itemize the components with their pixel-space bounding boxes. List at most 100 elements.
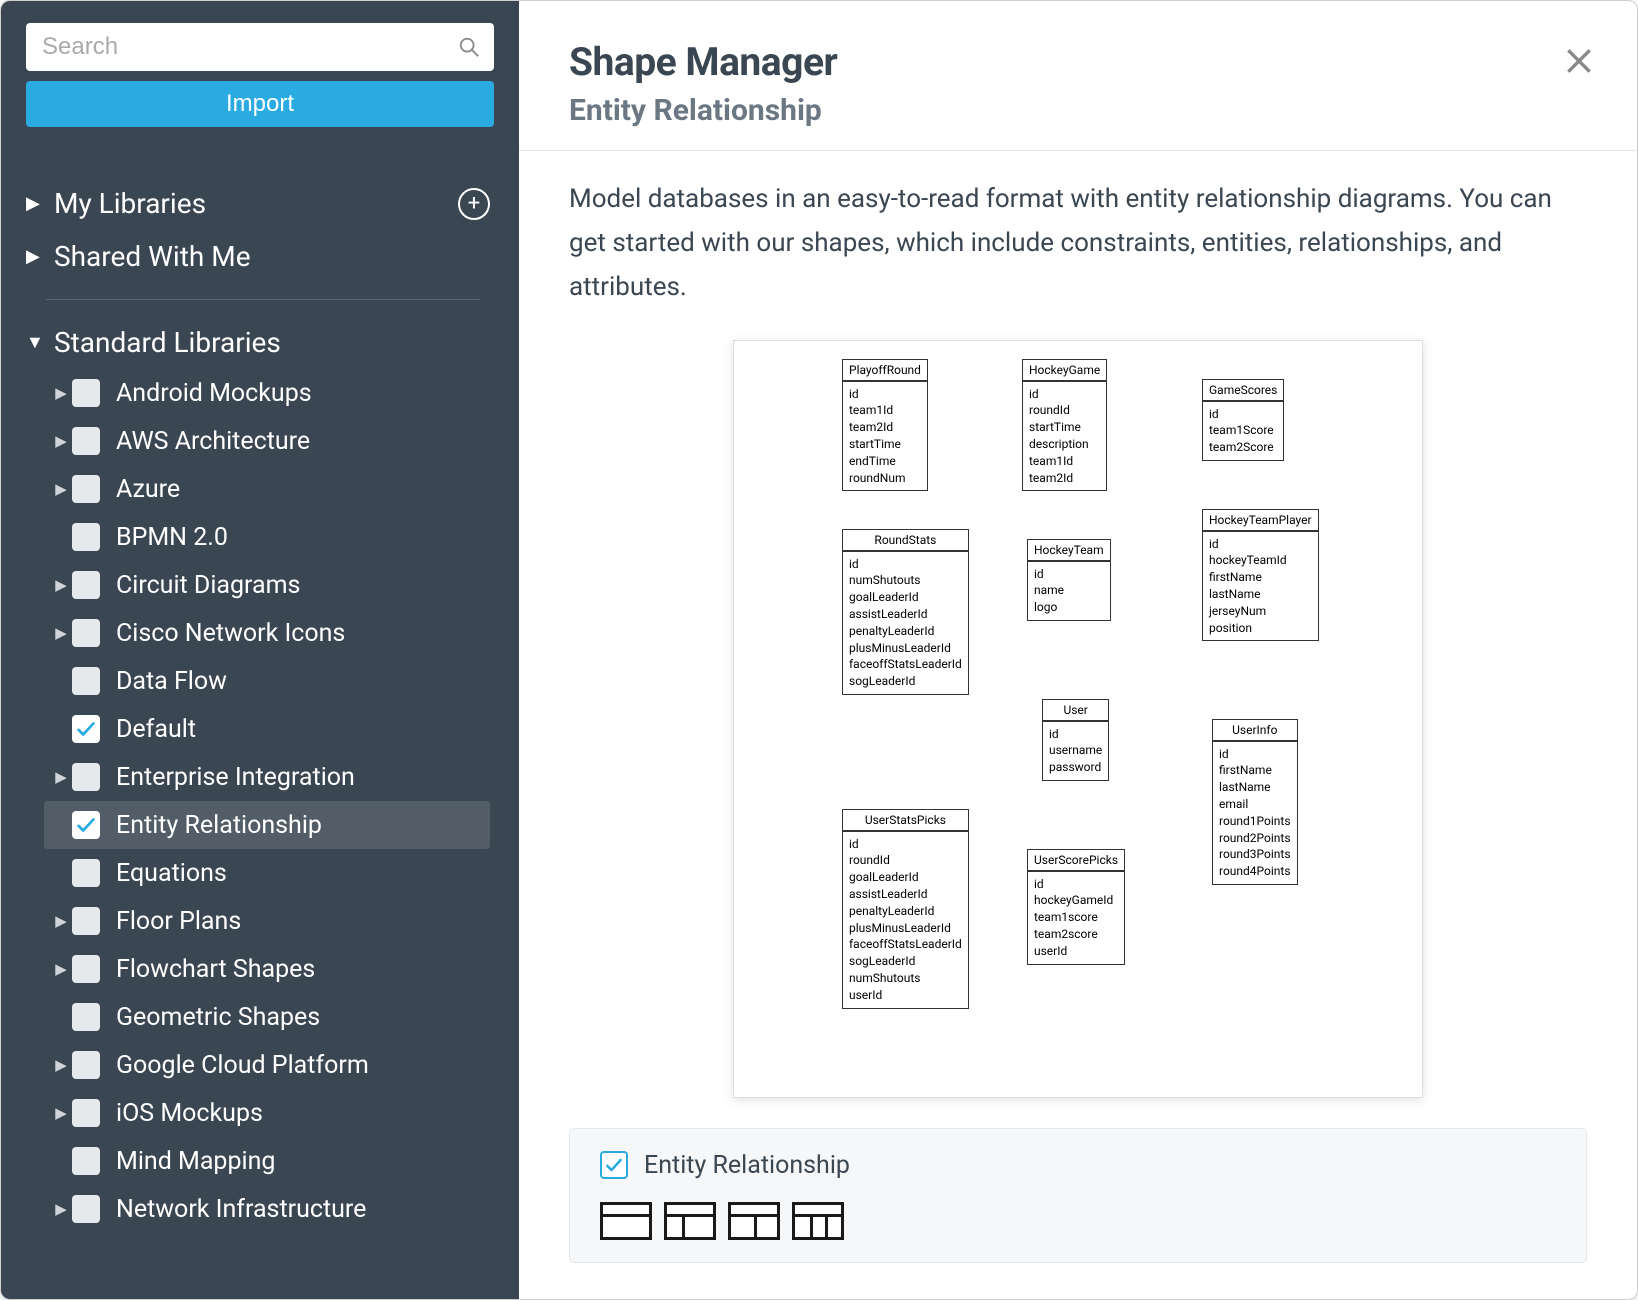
library-item[interactable]: ▶Geometric Shapes	[44, 993, 490, 1041]
library-checkbox[interactable]	[72, 523, 100, 551]
caret-right-icon: ▶	[50, 912, 72, 930]
er-entity: Useridusernamepassword	[1042, 699, 1109, 781]
sidebar: Import ▶ My Libraries + ▶ Shared With Me…	[1, 1, 519, 1299]
library-item[interactable]: ▶Default	[44, 705, 490, 753]
library-label: Default	[116, 715, 196, 744]
import-button[interactable]: Import	[26, 81, 494, 127]
plus-icon: +	[468, 193, 480, 215]
entity-shape-1col-icon[interactable]	[600, 1202, 652, 1240]
library-label: Cisco Network Icons	[116, 619, 345, 648]
my-libraries-header[interactable]: ▶ My Libraries +	[26, 177, 490, 230]
library-checkbox[interactable]	[72, 1051, 100, 1079]
library-label: Google Cloud Platform	[116, 1051, 369, 1080]
library-item[interactable]: ▶Enterprise Integration	[44, 753, 490, 801]
library-item[interactable]: ▶ Circuit Diagrams	[44, 561, 490, 609]
library-label: Circuit Diagrams	[116, 571, 300, 600]
library-item[interactable]: ▶ Flowchart Shapes	[44, 945, 490, 993]
library-checkbox[interactable]	[72, 763, 100, 791]
library-item[interactable]: ▶Entity Relationship	[44, 801, 490, 849]
library-label: Azure	[116, 475, 180, 504]
caret-right-icon: ▶	[50, 1200, 72, 1218]
caret-down-icon: ▼	[26, 332, 40, 353]
library-item[interactable]: ▶Equations	[44, 849, 490, 897]
er-entity-name: RoundStats	[843, 530, 968, 551]
library-label: Data Flow	[116, 667, 227, 696]
er-entity-attrs: idteam1Idteam2IdstartTimeendTimeroundNum	[843, 381, 927, 491]
caret-right-icon: ▶	[26, 193, 40, 214]
library-item[interactable]: ▶BPMN 2.0	[44, 513, 490, 561]
entity-shape-2col-mid-icon[interactable]	[728, 1202, 780, 1240]
footer-label: Entity Relationship	[644, 1151, 850, 1180]
search-input[interactable]	[26, 23, 494, 71]
shared-with-me-header[interactable]: ▶ Shared With Me	[26, 230, 490, 283]
library-footer-card: Entity Relationship	[569, 1128, 1587, 1263]
shape-manager-dialog: Import ▶ My Libraries + ▶ Shared With Me…	[0, 0, 1638, 1300]
library-item[interactable]: ▶ Floor Plans	[44, 897, 490, 945]
er-entity-attrs: idusernamepassword	[1043, 721, 1108, 780]
library-checkbox[interactable]	[72, 619, 100, 647]
diagram-preview: PlayoffRoundidteam1Idteam2IdstartTimeend…	[569, 340, 1587, 1098]
content-header: Shape Manager Entity Relationship	[519, 1, 1637, 151]
library-checkbox[interactable]	[72, 1099, 100, 1127]
caret-right-icon: ▶	[50, 960, 72, 978]
library-checkbox[interactable]	[72, 955, 100, 983]
standard-libraries-list: ▶Android Mockups▶AWS Architecture▶Azure▶…	[44, 369, 490, 1233]
er-entity: UserInfoidfirstNamelastNameemailround1Po…	[1212, 719, 1298, 885]
er-entity-name: GameScores	[1203, 380, 1283, 401]
check-icon	[604, 1155, 624, 1175]
library-checkbox[interactable]	[72, 571, 100, 599]
library-checkbox[interactable]	[72, 379, 100, 407]
library-checkbox[interactable]	[72, 811, 100, 839]
entity-relationship-checkbox[interactable]	[600, 1151, 628, 1179]
library-checkbox[interactable]	[72, 1147, 100, 1175]
library-checkbox[interactable]	[72, 475, 100, 503]
library-label: Enterprise Integration	[116, 763, 355, 792]
er-entity: PlayoffRoundidteam1Idteam2IdstartTimeend…	[842, 359, 928, 492]
close-icon	[1563, 45, 1595, 77]
close-button[interactable]	[1559, 41, 1599, 81]
er-entity-name: UserScorePicks	[1028, 850, 1124, 871]
library-item[interactable]: ▶Data Flow	[44, 657, 490, 705]
library-checkbox[interactable]	[72, 667, 100, 695]
er-entity: UserScorePicksidhockeyGameIdteam1scorete…	[1027, 849, 1125, 965]
er-entity: GameScoresidteam1Scoreteam2Score	[1202, 379, 1284, 461]
entity-shape-2col-left-icon[interactable]	[664, 1202, 716, 1240]
entity-shape-3col-icon[interactable]	[792, 1202, 844, 1240]
search-icon	[458, 36, 480, 58]
er-entity-name: HockeyTeamPlayer	[1203, 510, 1318, 531]
library-label: Flowchart Shapes	[116, 955, 315, 984]
library-checkbox[interactable]	[72, 1195, 100, 1223]
library-item[interactable]: ▶Google Cloud Platform	[44, 1041, 490, 1089]
add-library-button[interactable]: +	[458, 188, 490, 220]
er-entity-attrs: idroundIdstartTimedescriptionteam1Idteam…	[1023, 381, 1106, 491]
library-item[interactable]: ▶Cisco Network Icons	[44, 609, 490, 657]
library-checkbox[interactable]	[72, 859, 100, 887]
library-item[interactable]: ▶ iOS Mockups	[44, 1089, 490, 1137]
er-entity: RoundStatsidnumShutoutsgoalLeaderIdassis…	[842, 529, 969, 695]
library-label: Network Infrastructure	[116, 1195, 366, 1224]
library-checkbox[interactable]	[72, 1003, 100, 1031]
my-libraries-label: My Libraries	[54, 187, 206, 220]
er-entity-attrs: idteam1Scoreteam2Score	[1203, 401, 1283, 460]
standard-libraries-header[interactable]: ▼ Standard Libraries	[26, 316, 490, 369]
page-title: Shape Manager	[569, 39, 1587, 85]
er-entity: HockeyTeamPlayeridhockeyTeamIdfirstNamel…	[1202, 509, 1319, 642]
library-label: Floor Plans	[116, 907, 241, 936]
library-label: AWS Architecture	[116, 427, 310, 456]
caret-right-icon: ▶	[50, 1104, 72, 1122]
er-entity-attrs: idnumShutoutsgoalLeaderIdassistLeaderIdp…	[843, 551, 968, 694]
library-checkbox[interactable]	[72, 907, 100, 935]
library-item[interactable]: ▶Azure	[44, 465, 490, 513]
library-item[interactable]: ▶AWS Architecture	[44, 417, 490, 465]
library-item[interactable]: ▶Mind Mapping	[44, 1137, 490, 1185]
library-item[interactable]: ▶Android Mockups	[44, 369, 490, 417]
library-checkbox[interactable]	[72, 715, 100, 743]
caret-right-icon: ▶	[50, 576, 72, 594]
library-item[interactable]: ▶ Network Infrastructure	[44, 1185, 490, 1233]
library-tree: ▶ My Libraries + ▶ Shared With Me ▼ Stan…	[26, 177, 494, 1299]
footer-row: Entity Relationship	[600, 1151, 1556, 1180]
shape-icons-row	[600, 1202, 1556, 1240]
library-label: iOS Mockups	[116, 1099, 263, 1128]
library-checkbox[interactable]	[72, 427, 100, 455]
caret-right-icon: ▶	[50, 384, 72, 402]
